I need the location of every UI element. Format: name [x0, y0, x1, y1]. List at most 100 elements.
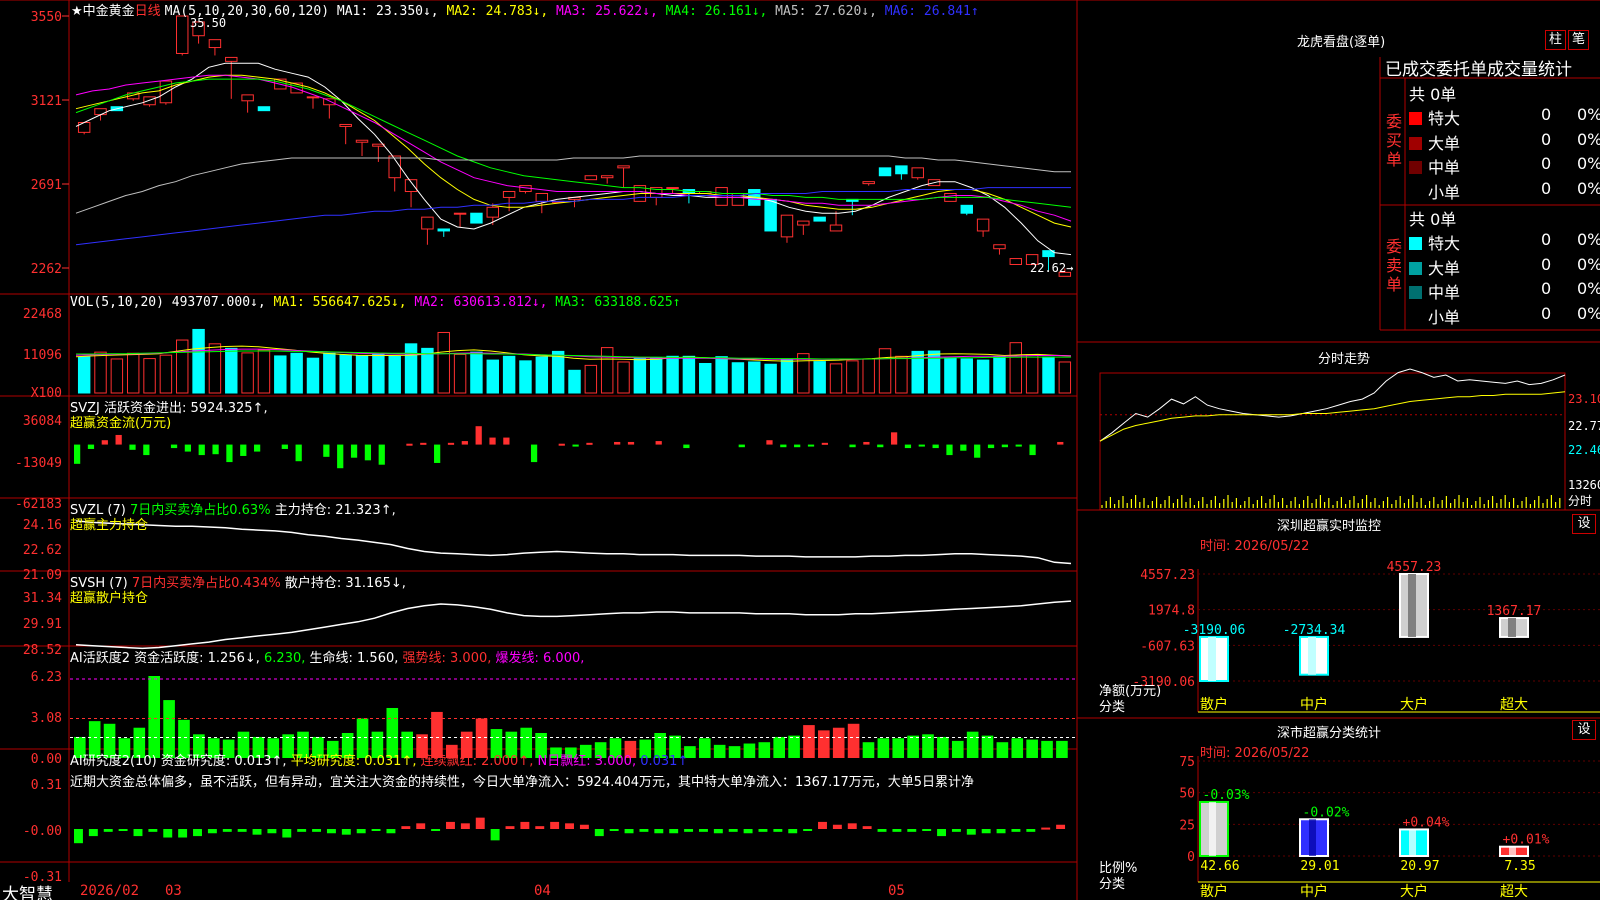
svsh-tick: 31.34 — [23, 591, 62, 606]
svzj-bar — [143, 444, 150, 456]
monitor-settings-button[interactable]: 设 — [1572, 514, 1596, 534]
svzj-bar — [1001, 444, 1008, 448]
class-category: 散户 — [1200, 883, 1228, 900]
research-bar — [88, 829, 98, 837]
svzj-bar — [434, 444, 441, 463]
ma-value-part-0: MA1: 23.350↓, — [329, 4, 439, 19]
active-bar — [892, 738, 905, 758]
candle-body — [829, 224, 843, 232]
volume-bar — [355, 355, 369, 394]
research-bar — [460, 823, 470, 829]
active-title-part-4: 爆发线: 6.000, — [491, 651, 585, 666]
candle-body — [813, 216, 826, 222]
svzj-bar — [337, 444, 344, 469]
candle-body — [600, 175, 614, 179]
research-bar — [922, 829, 932, 831]
active-bar — [966, 731, 979, 758]
research-title-part-2: 连续飘红: 2.000↑, — [416, 754, 534, 769]
candle-body — [617, 165, 630, 169]
price-tick: 2691 — [31, 178, 62, 193]
sell-order-row: 特大 0 0% — [1409, 230, 1600, 253]
monitor-tick: -607.63 — [1140, 639, 1195, 654]
active-title-part-2: 生命线: 1.560, — [305, 651, 399, 666]
volume-bar — [257, 349, 271, 394]
svzj-bar — [115, 434, 122, 445]
research-title-part-0: AI研究度2(10) 资金研究度: 0.013↑, — [70, 754, 287, 769]
bar-mode-button[interactable]: 柱 — [1545, 30, 1566, 50]
research-bar — [431, 829, 441, 831]
active-bar — [862, 742, 875, 758]
volume-bar — [748, 361, 761, 394]
research-bar — [594, 829, 604, 837]
volume-bar — [372, 353, 385, 394]
research-title-part-1: 平均研究度: 0.031↑, — [286, 754, 417, 769]
research-bar — [981, 829, 991, 834]
candle-body — [911, 167, 924, 179]
svzl-subtitle: 超赢主力持仓 — [70, 518, 149, 533]
sell-order-count: 0 — [1541, 230, 1552, 249]
volume-bar — [862, 358, 875, 394]
volume-bar — [813, 361, 826, 394]
volume-bar — [453, 353, 467, 394]
candle-body — [666, 187, 679, 190]
research-bar — [758, 829, 768, 832]
svzj-bar — [946, 444, 953, 456]
svzj-bar — [627, 441, 635, 445]
ma-line-MA1 — [75, 62, 1072, 256]
intraday-frame — [1099, 372, 1566, 511]
research-bar — [237, 829, 247, 832]
svzl-tick: 22.62 — [23, 543, 62, 558]
ma-line-MA6 — [75, 187, 1071, 246]
svzj-bar — [807, 444, 815, 447]
sell-order-color-swatch — [1409, 237, 1422, 250]
tick-mode-button[interactable]: 笔 — [1568, 30, 1589, 50]
research-bar — [1026, 829, 1036, 832]
svzj-bar — [890, 432, 898, 445]
buy-orders-label: 委买单 — [1385, 80, 1403, 200]
svzj-bar — [780, 444, 787, 448]
stock-title[interactable]: ★中金黄金 — [71, 4, 135, 19]
active-title-part-3: 强势线: 3.000, — [398, 651, 492, 666]
buy-order-name: 大单 — [1428, 133, 1461, 153]
sell-order-color-swatch — [1409, 261, 1422, 275]
active-bar — [847, 723, 860, 758]
research-bar — [639, 829, 649, 832]
volume-bar — [895, 355, 908, 394]
volume-bar — [94, 351, 107, 394]
period-label[interactable]: 日线 — [135, 4, 161, 19]
volume-bar — [1009, 342, 1023, 394]
ma-values: MA1: 23.350↓, MA2: 24.783↓, MA3: 25.622↓… — [329, 4, 979, 19]
svzl-tick: 24.16 — [23, 518, 62, 533]
research-bar — [490, 829, 500, 841]
buy-order-count: 0 — [1541, 178, 1552, 198]
vol-title-part-3: MA2: 630613.812↓, — [406, 295, 548, 310]
svzl-line — [75, 520, 1072, 565]
active-bar — [951, 740, 964, 758]
sell-order-count: 0 — [1541, 254, 1552, 274]
candle-body — [355, 139, 369, 143]
svzj-bar — [918, 444, 925, 447]
svsh-title-part-2: 散户持仓: 31.165↓, — [280, 576, 406, 591]
buy-order-pct: 0% — [1577, 154, 1600, 173]
research-bar — [416, 823, 426, 829]
svzj-bar — [295, 444, 302, 462]
volume-bar — [159, 354, 173, 394]
volume-bar — [502, 355, 516, 394]
research-bar — [803, 829, 813, 831]
active-bar — [773, 736, 785, 758]
svzj-bar — [87, 444, 95, 449]
ma-line-MA5 — [75, 155, 1071, 214]
research-bar — [207, 829, 217, 834]
class-tick: 0 — [1187, 850, 1195, 865]
volume-bar — [470, 351, 483, 394]
trading-terminal: 3550 3121 2691 2262 35.50 22.62→ 22468 11096 X10… — [0, 0, 1600, 900]
class-settings-button[interactable]: 设 — [1572, 720, 1596, 740]
active-bar — [743, 743, 756, 758]
candle-body — [535, 192, 549, 202]
research-bar — [862, 826, 872, 829]
intraday-tick: 22.77 — [1568, 419, 1600, 433]
vol-tick: 11096 — [23, 348, 62, 363]
volume-bar — [274, 355, 287, 394]
svzj-bar — [74, 444, 81, 464]
svzj-bar — [1029, 444, 1036, 456]
